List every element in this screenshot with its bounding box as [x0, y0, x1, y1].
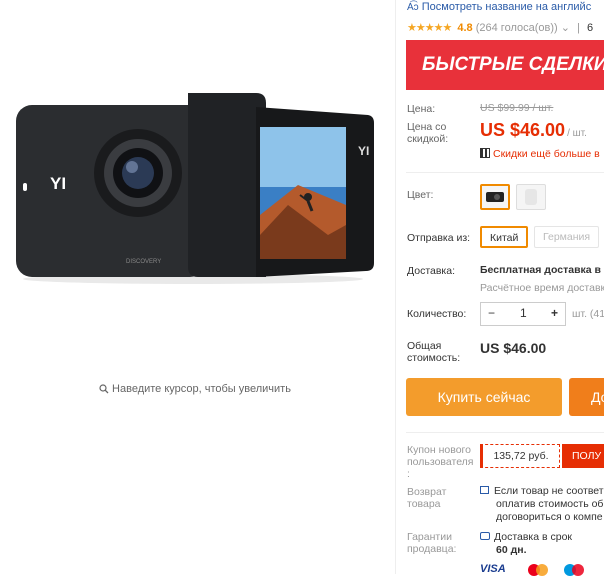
color-swatch-black[interactable] — [480, 184, 510, 210]
discount-label-line1: Цена со — [407, 121, 447, 133]
price-label: Цена: — [407, 103, 436, 115]
guarantee-label: Гарантии продавца: — [407, 531, 456, 555]
return-icon — [480, 486, 489, 494]
zoom-hint: Наведите курсор, чтобы увеличить — [0, 383, 390, 395]
guarantee-text[interactable]: Доставка в срок 60 дн. — [480, 531, 572, 557]
divider-bar: | — [577, 22, 580, 34]
translate-icon: A͡ↄ — [407, 2, 419, 13]
separator — [406, 432, 604, 433]
return-policy-text[interactable]: Если товар не соответ оплатив стоимость … — [480, 485, 604, 524]
star-rating-icons: ★★★★★ — [407, 22, 452, 34]
coupon-label-line1: Купон нового — [407, 444, 471, 456]
return-line-2: оплатив стоимость об — [496, 498, 604, 510]
total-label-line1: Общая — [407, 340, 442, 352]
current-price: US $46.00/ шт. — [480, 120, 587, 141]
ship-from-germany[interactable]: Германия — [534, 226, 600, 248]
guarantee-label-line1: Гарантии — [407, 531, 452, 543]
available-count: шт. (41 — [572, 308, 604, 320]
flash-deal-text: БЫСТРЫЕ СДЕЛКИ — [422, 54, 604, 75]
app-discount-link[interactable]: Скидки ещё больше в — [480, 148, 600, 160]
return-label: Возврат товара — [407, 486, 446, 510]
return-label-line2: товара — [407, 498, 441, 510]
quantity-plus-button[interactable]: + — [551, 306, 558, 320]
rating-value: 4.8 — [457, 22, 473, 34]
translate-title-link[interactable]: A͡ↄ Посмотреть название на английс — [407, 1, 591, 13]
get-coupon-button[interactable]: ПОЛУ — [562, 444, 604, 468]
app-discount-text: Скидки ещё больше в — [493, 148, 600, 160]
orders-count: 6 — [586, 22, 594, 34]
translate-link-text: Посмотреть название на английс — [421, 1, 592, 13]
color-swatch-white[interactable] — [516, 184, 546, 210]
delivery-truck-icon — [480, 532, 490, 540]
old-price: US $99.99 / шт. — [480, 102, 554, 114]
discount-label-line2: скидкой: — [407, 133, 449, 145]
delivery-estimate: Расчётное время доставк — [480, 282, 604, 294]
separator — [406, 172, 604, 173]
quantity-minus-button[interactable]: − — [488, 306, 495, 320]
ship-from-label: Отправка из: — [407, 232, 471, 244]
total-label-line2: стоимость: — [407, 352, 461, 364]
total-label: Общая стоимость: — [407, 340, 460, 364]
price-unit: / шт. — [567, 128, 587, 139]
coupon-label-line3: : — [407, 468, 410, 480]
product-image[interactable]: YI YI DISCOVERY — [8, 85, 383, 285]
return-label-line1: Возврат — [407, 486, 447, 498]
buy-now-button[interactable]: Купить сейчас — [406, 378, 562, 416]
zoom-hint-text: Наведите курсор, чтобы увеличить — [112, 383, 291, 395]
review-count: (264 голоса(ов)) — [475, 22, 558, 34]
return-line-1: Если товар не соответ — [494, 485, 604, 497]
return-line-3: договориться о компе — [496, 511, 603, 523]
camera-back-logo: YI — [358, 144, 369, 158]
quantity-stepper: − 1 + — [480, 302, 566, 326]
column-divider — [395, 0, 396, 574]
coupon-label-line2: пользователя — [407, 456, 474, 468]
magnifier-icon — [99, 384, 109, 394]
camera-front-logo: YI — [50, 174, 66, 193]
chevron-down-icon: ⌄ — [560, 22, 570, 34]
rating-row[interactable]: ★★★★★ 4.8 (264 голоса(ов)) ⌄ | 6 — [407, 21, 593, 34]
delivery-value[interactable]: Бесплатная доставка в — [480, 264, 601, 277]
discount-price-label: Цена со скидкой: — [407, 121, 448, 145]
guarantee-label-line2: продавца: — [407, 543, 457, 555]
guarantee-line-1: Доставка в срок — [494, 531, 573, 543]
qr-code-icon — [480, 148, 490, 158]
delivery-label: Доставка: — [407, 265, 456, 277]
camera-model-text: DISCOVERY — [126, 259, 161, 265]
flash-deal-banner: БЫСТРЫЕ СДЕЛКИ — [406, 40, 604, 90]
coupon-label: Купон нового пользователя : — [407, 444, 474, 480]
add-to-cart-button[interactable]: До — [569, 378, 604, 416]
current-price-value: US $46.00 — [480, 120, 566, 140]
quantity-label: Количество: — [407, 308, 467, 320]
ship-from-china[interactable]: Китай — [480, 226, 529, 248]
color-label: Цвет: — [407, 189, 434, 201]
coupon-value: 135,72 руб. — [480, 444, 560, 468]
total-value: US $46.00 — [480, 340, 547, 356]
quantity-input[interactable]: 1 — [520, 306, 527, 320]
guarantee-line-2: 60 дн. — [496, 544, 527, 556]
